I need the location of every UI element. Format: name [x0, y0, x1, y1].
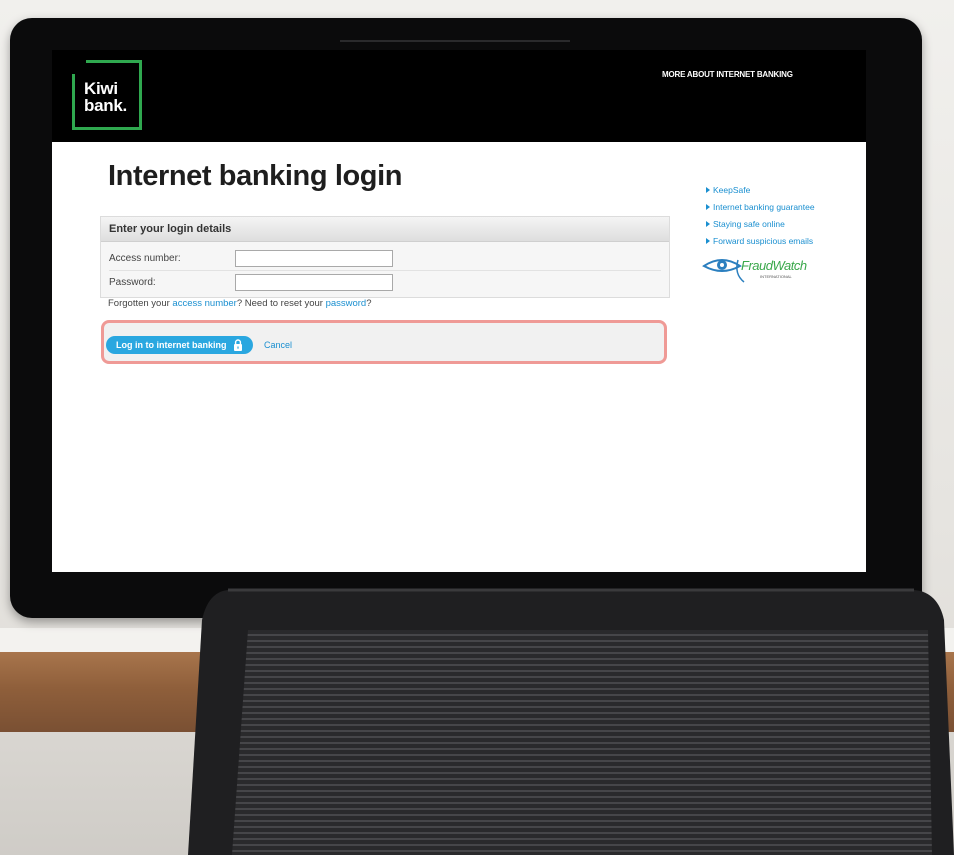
fraudwatch-label: FraudWatch — [741, 258, 807, 273]
cancel-link[interactable]: Cancel — [264, 340, 292, 350]
login-panel-title: Enter your login details — [101, 217, 669, 242]
sidebar-link-staying-safe[interactable]: Staying safe online — [706, 216, 815, 233]
sidebar-link-forward-emails[interactable]: Forward suspicious emails — [706, 233, 815, 250]
login-panel: Enter your login details Access number: … — [100, 216, 670, 298]
logo-line-2: bank. — [84, 96, 127, 115]
login-button[interactable]: Log in to internet banking — [106, 336, 253, 354]
office-chair-back — [188, 588, 954, 855]
page-title: Internet banking login — [108, 160, 403, 192]
sidebar-links: KeepSafe Internet banking guarantee Stay… — [706, 182, 815, 250]
sidebar-link-guarantee[interactable]: Internet banking guarantee — [706, 199, 815, 216]
access-number-label: Access number: — [109, 253, 181, 264]
sidebar-link-keepsafe[interactable]: KeepSafe — [706, 182, 815, 199]
access-number-input[interactable] — [235, 250, 393, 267]
fraudwatch-sublabel: INTERNATIONAL — [760, 274, 792, 279]
arrow-right-icon — [706, 187, 710, 193]
forgotten-help-text: Forgotten your access number? Need to re… — [108, 298, 372, 309]
monitor-top-strip — [340, 40, 570, 42]
access-number-row: Access number: — [109, 250, 661, 271]
password-label: Password: — [109, 277, 156, 288]
more-about-internet-banking-link[interactable]: MORE ABOUT INTERNET BANKING — [662, 70, 793, 79]
password-input[interactable] — [235, 274, 393, 291]
arrow-right-icon — [706, 238, 710, 244]
site-header — [52, 50, 866, 142]
lock-icon — [234, 339, 242, 351]
forgot-access-number-link[interactable]: access number — [172, 298, 236, 309]
arrow-right-icon — [706, 221, 710, 227]
kiwibank-logo[interactable]: Kiwi bank. — [72, 60, 142, 130]
reset-password-link[interactable]: password — [326, 298, 367, 309]
arrow-right-icon — [706, 204, 710, 210]
logo-line-1: Kiwi — [84, 79, 118, 98]
password-row: Password: — [109, 274, 661, 292]
